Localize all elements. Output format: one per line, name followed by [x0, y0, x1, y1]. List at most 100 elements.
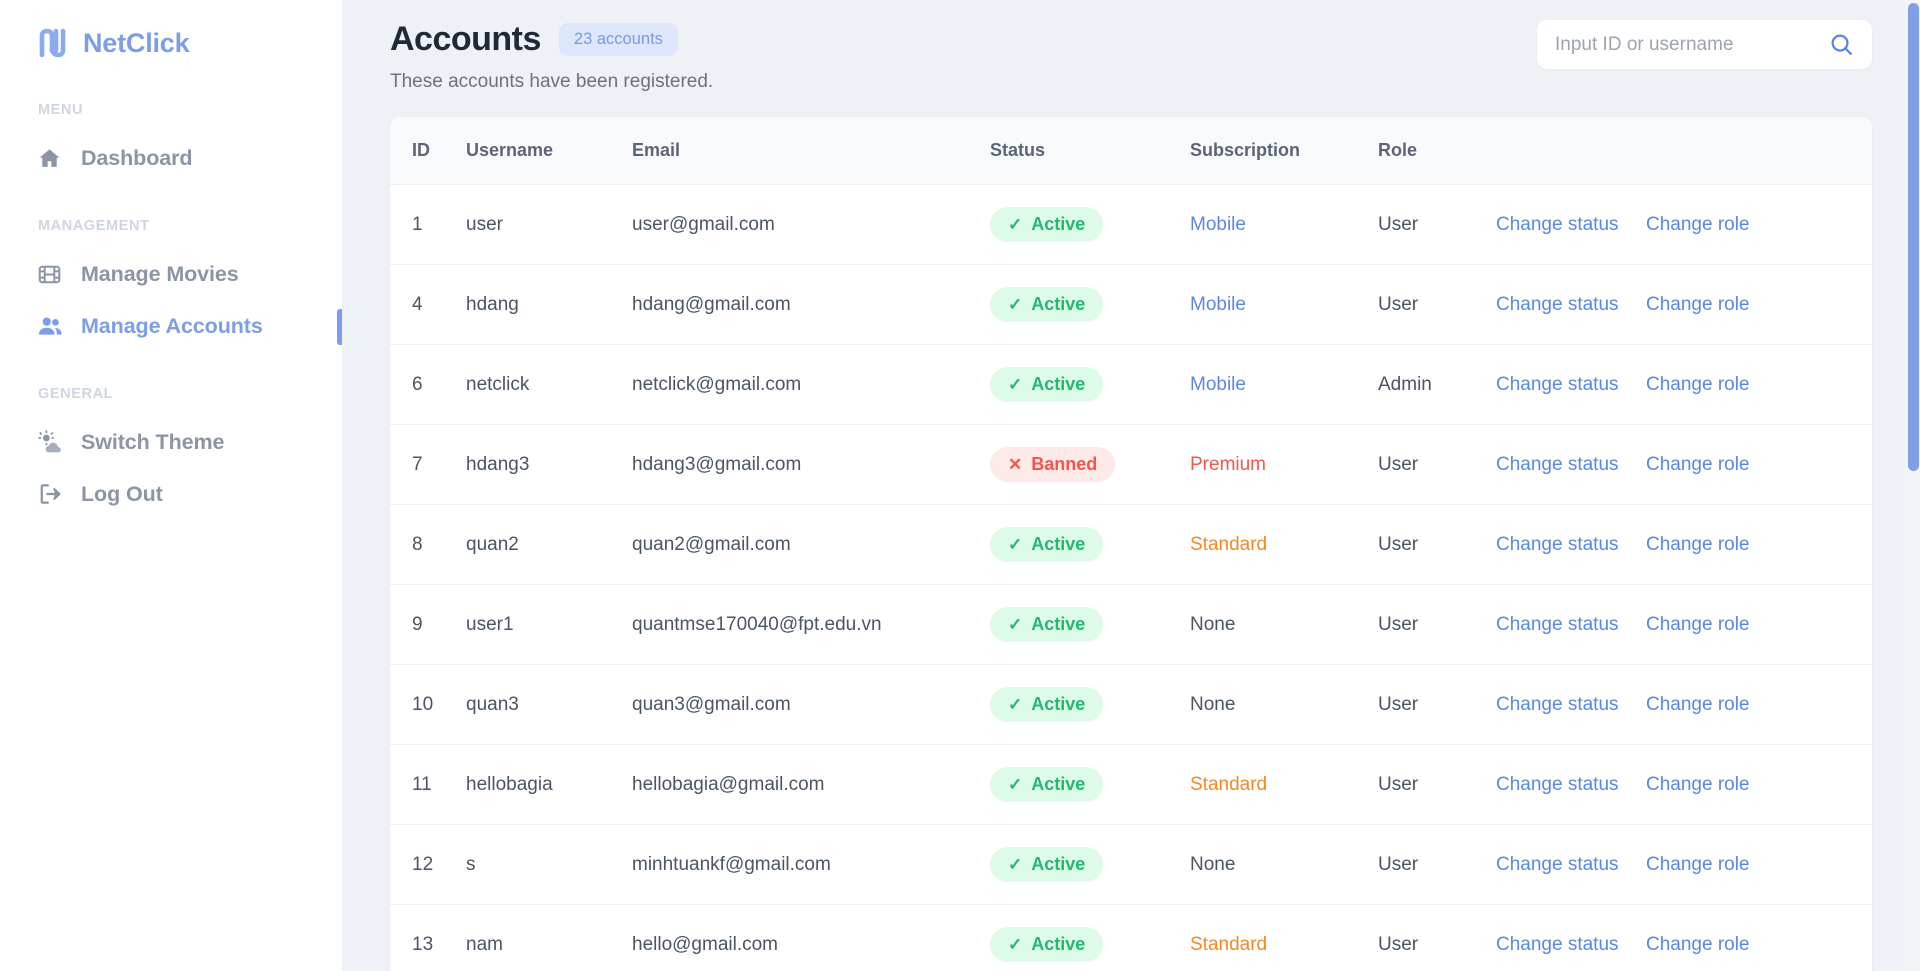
cell-status: ✓ Active [990, 584, 1190, 665]
cell-id: 11 [390, 744, 466, 825]
column-header-action-role [1646, 117, 1872, 185]
table-body: 1 user user@gmail.com ✓ Active Mobile User Chan… [390, 184, 1872, 971]
home-icon [36, 145, 63, 172]
change-role-link[interactable]: Change role [1646, 774, 1750, 795]
sidebar-item-dashboard[interactable]: Dashboard [0, 132, 342, 184]
status-label: Active [1031, 854, 1086, 874]
cell-id: 12 [390, 824, 466, 905]
change-role-link[interactable]: Change role [1646, 694, 1750, 715]
brand-name: NetClick [83, 27, 190, 58]
cell-subscription: None [1190, 824, 1378, 905]
change-role-link[interactable]: Change role [1646, 614, 1750, 635]
change-status-link[interactable]: Change status [1496, 294, 1619, 315]
cell-role: User [1378, 744, 1496, 825]
status-badge: ✓ Active [990, 367, 1104, 402]
cell-change-status: Change status [1496, 584, 1646, 665]
status-badge: ✕ Banned [990, 447, 1116, 482]
column-header-status: Status [990, 117, 1190, 185]
cell-subscription: Mobile [1190, 184, 1378, 265]
sidebar-item-manage-movies[interactable]: Manage Movies [0, 248, 342, 300]
cell-change-status: Change status [1496, 744, 1646, 825]
change-role-link[interactable]: Change role [1646, 454, 1750, 475]
sidebar-item-label: Dashboard [81, 145, 193, 170]
page-header: Accounts 23 accounts These accounts have… [342, 0, 1920, 93]
cell-status: ✓ Active [990, 904, 1190, 971]
status-label: Active [1031, 694, 1086, 714]
scrollbar-thumb[interactable] [1908, 3, 1919, 471]
brand[interactable]: NetClick [0, 10, 342, 68]
cell-id: 7 [390, 424, 466, 505]
cell-role: User [1378, 184, 1496, 265]
sidebar-section-general-label: GENERAL [38, 386, 114, 402]
column-header-email: Email [632, 117, 990, 185]
cell-username: netclick [466, 344, 632, 425]
status-label: Active [1031, 614, 1086, 634]
change-status-link[interactable]: Change status [1496, 934, 1619, 955]
change-role-link[interactable]: Change role [1646, 294, 1750, 315]
cell-subscription: Standard [1190, 744, 1378, 825]
check-icon: ✓ [1008, 215, 1023, 234]
cell-id: 10 [390, 664, 466, 745]
change-role-link[interactable]: Change role [1646, 374, 1750, 395]
status-badge: ✓ Active [990, 927, 1104, 962]
change-status-link[interactable]: Change status [1496, 374, 1619, 395]
sidebar-item-label: Manage Movies [81, 261, 239, 286]
change-status-link[interactable]: Change status [1496, 854, 1619, 875]
search-icon[interactable] [1829, 32, 1854, 57]
sidebar-item-log-out[interactable]: Log Out [0, 468, 342, 520]
title-row: Accounts 23 accounts [390, 20, 713, 59]
page-title: Accounts [390, 20, 541, 58]
change-status-link[interactable]: Change status [1496, 614, 1619, 635]
change-role-link[interactable]: Change role [1646, 934, 1750, 955]
table-row: 12 s minhtuankf@gmail.com ✓ Active None User Ch… [390, 824, 1872, 905]
status-label: Active [1031, 774, 1086, 794]
subscription-label: Standard [1190, 533, 1268, 555]
cell-change-role: Change role [1646, 904, 1872, 971]
cell-subscription: Mobile [1190, 344, 1378, 425]
cell-status: ✓ Active [990, 744, 1190, 825]
change-role-link[interactable]: Change role [1646, 854, 1750, 875]
change-status-link[interactable]: Change status [1496, 534, 1619, 555]
change-status-link[interactable]: Change status [1496, 694, 1619, 715]
sidebar-section-management-label: MANAGEMENT [38, 218, 150, 234]
logout-icon [36, 481, 63, 508]
status-badge: ✓ Active [990, 207, 1104, 242]
cell-email: user@gmail.com [632, 184, 990, 265]
check-icon: ✓ [1008, 775, 1023, 794]
column-header-id: ID [390, 117, 466, 185]
cell-status: ✓ Active [990, 664, 1190, 745]
cell-change-role: Change role [1646, 344, 1872, 425]
sidebar-item-manage-accounts[interactable]: Manage Accounts [0, 300, 342, 352]
cell-subscription: Standard [1190, 904, 1378, 971]
cell-change-status: Change status [1496, 424, 1646, 505]
search-input[interactable] [1555, 33, 1829, 56]
cell-status: ✕ Banned [990, 424, 1190, 505]
cell-change-status: Change status [1496, 504, 1646, 585]
status-label: Active [1031, 534, 1086, 554]
cell-role: User [1378, 904, 1496, 971]
table-row: 1 user user@gmail.com ✓ Active Mobile User Chan… [390, 184, 1872, 265]
status-label: Banned [1031, 454, 1098, 474]
change-role-link[interactable]: Change role [1646, 534, 1750, 555]
sidebar-item-label: Switch Theme [81, 429, 225, 454]
change-status-link[interactable]: Change status [1496, 214, 1619, 235]
status-badge: ✓ Active [990, 527, 1104, 562]
table-row: 10 quan3 quan3@gmail.com ✓ Active None User Cha… [390, 664, 1872, 745]
page-header-text: Accounts 23 accounts These accounts have… [390, 20, 713, 93]
change-status-link[interactable]: Change status [1496, 774, 1619, 795]
cell-username: hdang3 [466, 424, 632, 505]
film-icon [36, 261, 63, 288]
cell-change-status: Change status [1496, 904, 1646, 971]
status-badge: ✓ Active [990, 607, 1104, 642]
cell-change-role: Change role [1646, 584, 1872, 665]
cell-email: quan3@gmail.com [632, 664, 990, 745]
sidebar-item-switch-theme[interactable]: Switch Theme [0, 416, 342, 468]
change-status-link[interactable]: Change status [1496, 454, 1619, 475]
change-role-link[interactable]: Change role [1646, 214, 1750, 235]
users-icon [36, 313, 63, 340]
page-scrollbar[interactable] [1905, 0, 1920, 971]
table-row: 9 user1 quantmse170040@fpt.edu.vn ✓ Active No… [390, 584, 1872, 665]
status-badge: ✓ Active [990, 767, 1104, 802]
search-box[interactable] [1537, 20, 1872, 69]
status-label: Active [1031, 934, 1086, 954]
